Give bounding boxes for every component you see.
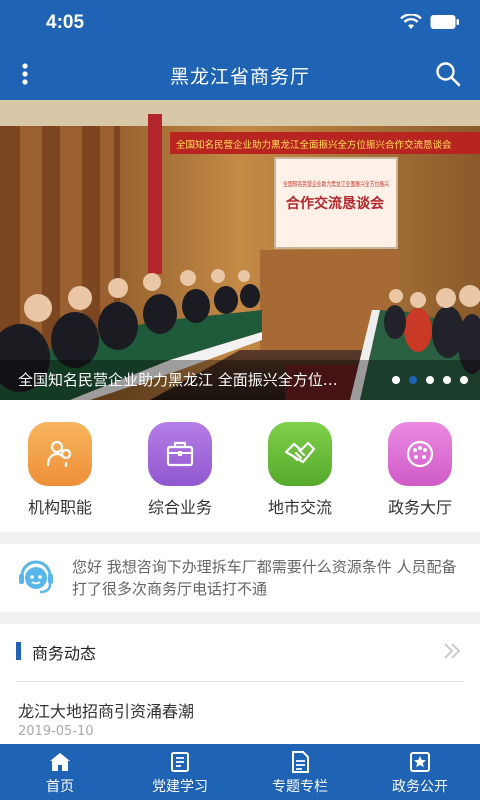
quick-label: 综合业务	[147, 498, 212, 517]
org-person-icon	[28, 422, 92, 486]
wifi-icon	[400, 14, 422, 29]
tab-home[interactable]: 首页	[0, 744, 120, 800]
customer-service-icon	[19, 560, 53, 594]
carousel-dot-active[interactable]	[409, 376, 417, 384]
scene-screen-title: 合作交流恳谈会	[286, 195, 385, 212]
banner-carousel[interactable]: 全国知名民营企业助力黑龙江全面振兴全方位振兴合作交流恳谈会 全国知名民营企业助力…	[0, 100, 480, 400]
bottom-tab-bar: 首页 党建学习 专题专栏 政务公开	[0, 744, 480, 800]
tab-label: 首页	[46, 779, 74, 795]
quick-label: 政务大厅	[387, 498, 452, 517]
handshake-icon	[268, 422, 332, 486]
section-title: 商务动态	[32, 644, 97, 663]
search-button[interactable]	[434, 60, 462, 88]
star-board-icon	[410, 752, 430, 772]
carousel-dot[interactable]	[392, 376, 400, 384]
search-icon	[436, 62, 461, 87]
tab-label: 专题专栏	[272, 779, 328, 795]
page-title: 黑龙江省商务厅	[169, 66, 310, 88]
news-header: 商务动态	[0, 624, 480, 680]
consultation-notice[interactable]: 您好 我想咨询下办理拆车厂都需要什么资源条件 人员配备 打了很多次商务厅电话打不…	[0, 544, 480, 612]
quick-actions: 机构职能 综合业务 地市交流 政务大厅	[0, 400, 480, 532]
quick-label: 机构职能	[27, 498, 92, 517]
status-time: 4:05	[46, 12, 85, 33]
battery-icon	[430, 15, 459, 29]
hall-dots-icon	[388, 422, 452, 486]
banner-image: 全国知名民营企业助力黑龙江全面振兴全方位振兴合作交流恳谈会 全国知名民营企业助力…	[0, 100, 480, 400]
tab-party-study[interactable]: 党建学习	[120, 744, 240, 800]
tab-topics[interactable]: 专题专栏	[240, 744, 360, 800]
quick-item-city-exchange[interactable]: 地市交流	[240, 400, 360, 532]
quick-label: 地市交流	[267, 498, 332, 517]
carousel-indicator	[392, 376, 468, 384]
book-icon	[171, 752, 189, 772]
scene-screen-text: 全国知名民营企业助力黑龙江全面振兴全方位振兴	[283, 179, 389, 188]
briefcase-icon	[148, 422, 212, 486]
nav-bar: 黑龙江省商务厅	[0, 48, 480, 100]
scene-banner-text: 全国知名民营企业助力黑龙江全面振兴全方位振兴合作交流恳谈会	[176, 139, 452, 151]
notice-text: 您好 我想咨询下办理拆车厂都需要什么资源条件 人员配备 打了很多次商务厅电话打不…	[72, 558, 457, 598]
quick-item-service-hall[interactable]: 政务大厅	[360, 400, 480, 532]
document-icon	[292, 751, 309, 773]
tab-label: 党建学习	[152, 779, 208, 795]
news-section: 商务动态 龙江大地招商引资涌春潮 2019-05-10	[0, 624, 480, 754]
status-bar: 4:05	[0, 0, 480, 48]
section-marker	[16, 642, 21, 660]
divider	[16, 681, 464, 682]
carousel-dot[interactable]	[426, 376, 434, 384]
quick-item-general-business[interactable]: 综合业务	[120, 400, 240, 532]
news-item-title[interactable]: 龙江大地招商引资涌春潮	[18, 698, 194, 722]
status-icons	[400, 14, 460, 30]
carousel-dot[interactable]	[460, 376, 468, 384]
home-icon	[50, 753, 70, 771]
quick-item-org-functions[interactable]: 机构职能	[0, 400, 120, 532]
banner-caption[interactable]: 全国知名民营企业助力黑龙江 全面振兴全方位…	[18, 369, 378, 390]
chevron-double-right-icon[interactable]	[442, 640, 462, 662]
tab-gov-disclosure[interactable]: 政务公开	[360, 744, 480, 800]
news-item-date: 2019-05-10	[18, 724, 94, 739]
tab-label: 政务公开	[392, 779, 448, 795]
carousel-dot[interactable]	[443, 376, 451, 384]
